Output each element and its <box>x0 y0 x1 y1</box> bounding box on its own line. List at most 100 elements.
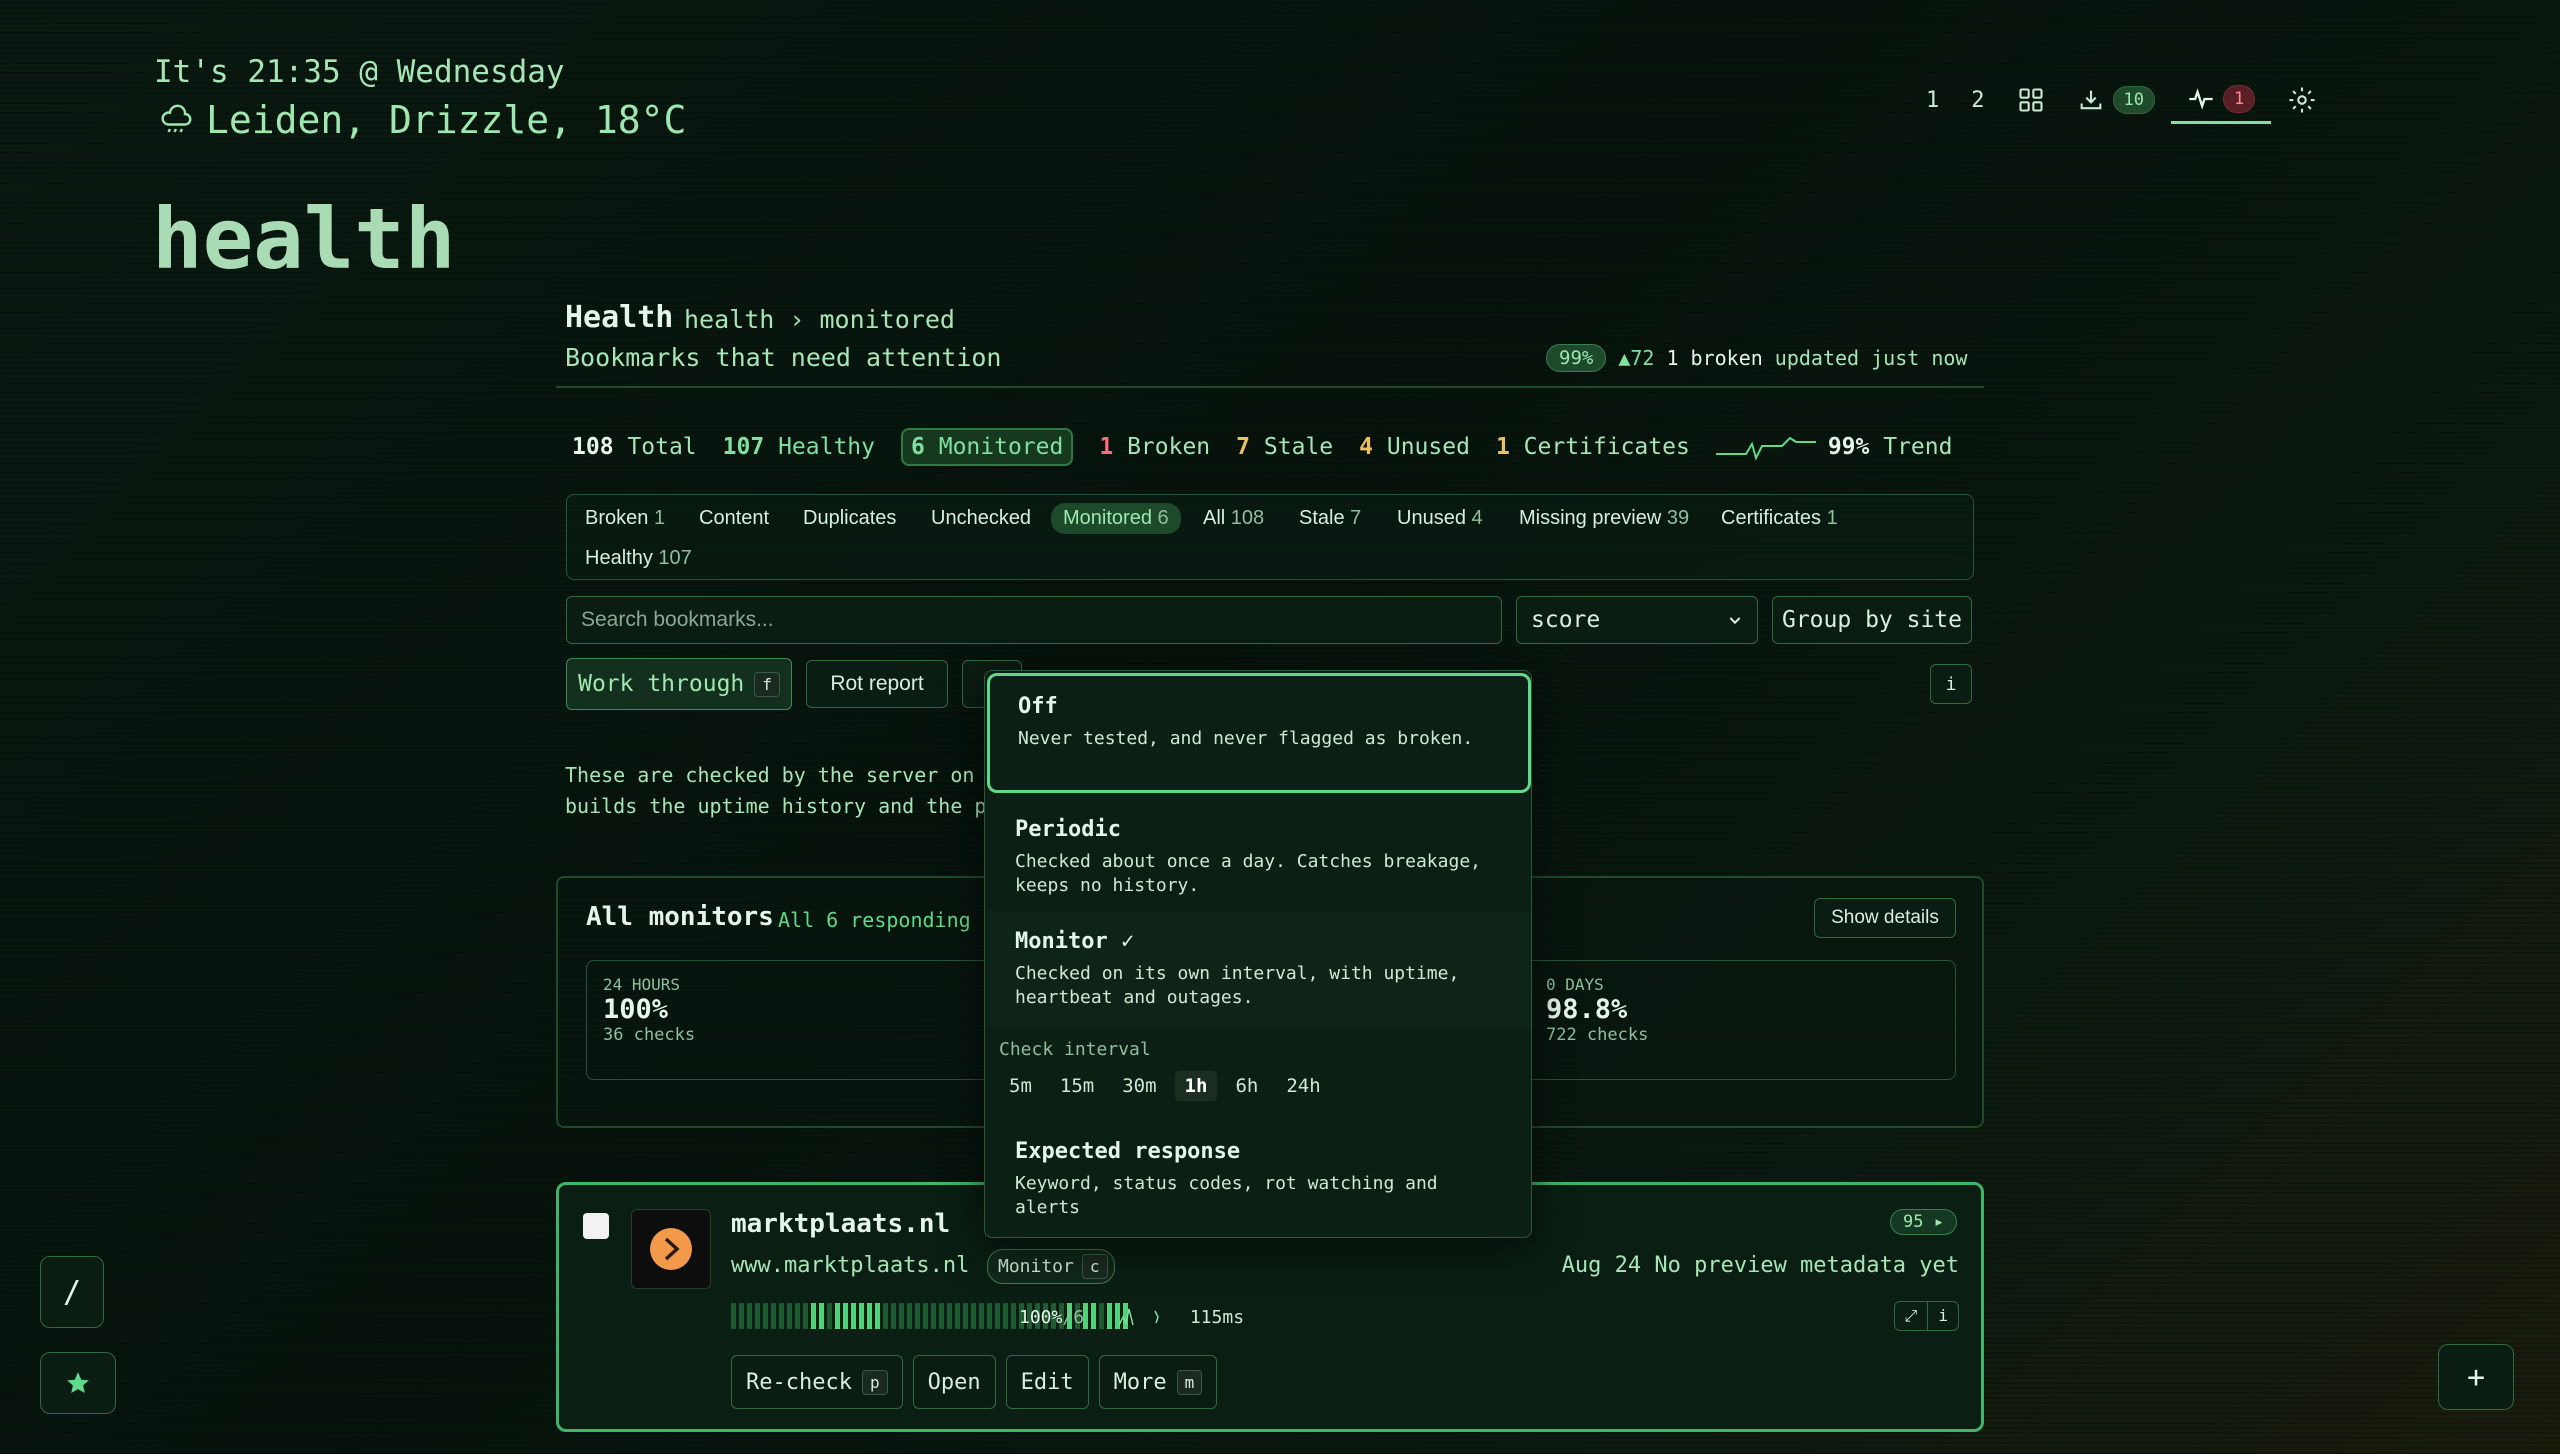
heartbeat-bar <box>851 1303 856 1329</box>
filter-duplicates[interactable]: Duplicates <box>803 507 896 530</box>
interval-24h[interactable]: 24h <box>1276 1071 1330 1101</box>
filter-unused[interactable]: Unused 4 <box>1397 507 1483 530</box>
filter-all[interactable]: All 108 <box>1203 507 1264 530</box>
heartbeat-bar <box>891 1303 896 1329</box>
interval-5m[interactable]: 5m <box>999 1071 1042 1101</box>
filter-content[interactable]: Content <box>699 507 769 530</box>
favorites-button[interactable] <box>40 1352 116 1414</box>
interval-30m[interactable]: 30m <box>1112 1071 1166 1101</box>
option-off[interactable]: Off Never tested, and never flagged as b… <box>987 673 1531 793</box>
heartbeat-bar <box>819 1303 824 1329</box>
group-by-site-button[interactable]: Group by site <box>1772 596 1972 644</box>
interval-label: Check interval <box>999 1039 1151 1060</box>
heartbeat-bar <box>979 1303 984 1329</box>
stat-healthy[interactable]: 107 Healthy <box>723 434 875 460</box>
option-monitor[interactable]: Monitor ✓ Checked on its own interval, w… <box>987 911 1531 1028</box>
filter-tabs: Broken 1 Content Duplicates Unchecked Mo… <box>566 494 1974 580</box>
top-nav: 1 2 10 1 <box>1910 76 2333 124</box>
monitor-mode-popover: Off Never tested, and never flagged as b… <box>984 670 1532 1238</box>
heartbeat-bar <box>899 1303 904 1329</box>
site-favicon <box>631 1209 711 1289</box>
edit-button[interactable]: Edit <box>1005 1355 1089 1409</box>
heartbeat-bar <box>963 1303 968 1329</box>
clock: It's 21:35 @ Wednesday <box>154 54 565 90</box>
bookmark-url[interactable]: www.marktplaats.nl <box>731 1253 969 1278</box>
card-actions: Re-check p Open Edit More m <box>731 1355 1218 1409</box>
rot-report-button[interactable]: Rot report <box>806 660 948 708</box>
stat-certificates[interactable]: 1 Certificates <box>1496 434 1690 460</box>
expand-icon[interactable]: ⤢ <box>1895 1302 1928 1330</box>
nav-settings[interactable] <box>2271 76 2333 124</box>
stat-total[interactable]: 108 Total <box>572 434 697 460</box>
recheck-button[interactable]: Re-check p <box>731 1355 903 1409</box>
bookmark-meta: Aug 24 No preview metadata yet <box>1561 1253 1959 1278</box>
score-badge[interactable]: 95 ▸ <box>1890 1209 1957 1235</box>
breadcrumb: health › monitored <box>684 305 955 334</box>
stat-unused[interactable]: 4 Unused <box>1359 434 1470 460</box>
uptime-value: 100%/6 <box>1019 1307 1085 1328</box>
heartbeat-bar <box>947 1303 952 1329</box>
more-button[interactable]: More m <box>1098 1355 1218 1409</box>
health-percent-pill: 99% <box>1546 344 1607 372</box>
heartbeat-bar <box>747 1303 752 1329</box>
weather-text: Leiden, Drizzle, 18°C <box>206 98 687 142</box>
heartbeat-bar <box>1091 1303 1096 1329</box>
stat-stale[interactable]: 7 Stale <box>1236 434 1333 460</box>
select-checkbox[interactable] <box>583 1213 609 1239</box>
add-button[interactable]: + <box>2438 1344 2514 1410</box>
interval-6h[interactable]: 6h <box>1225 1071 1268 1101</box>
heartbeat-bar <box>803 1303 808 1329</box>
filter-healthy[interactable]: Healthy 107 <box>585 547 692 570</box>
panel-subtitle: Bookmarks that need attention <box>565 343 1002 372</box>
search-input[interactable]: Search bookmarks... <box>566 596 1502 644</box>
filter-missing-preview[interactable]: Missing preview 39 <box>1519 507 1689 530</box>
work-through-button[interactable]: Work through f <box>566 658 792 710</box>
heartbeat-bar <box>875 1303 880 1329</box>
monitor-chip[interactable]: Monitor c <box>987 1249 1115 1284</box>
weather: Leiden, Drizzle, 18°C <box>158 98 686 142</box>
filter-unchecked[interactable]: Unchecked <box>931 507 1031 530</box>
latency: 115ms <box>1118 1307 1244 1329</box>
download-icon <box>2080 90 2101 110</box>
interval-1h[interactable]: 1h <box>1174 1071 1218 1101</box>
star-icon <box>67 1372 89 1393</box>
nav-workspace-2[interactable]: 2 <box>1955 76 2000 124</box>
nav-health[interactable]: 1 <box>2170 76 2272 124</box>
heartbeat-bar <box>1099 1303 1104 1329</box>
panel-status: 99% ▲72 1 broken updated just now <box>1546 344 1967 372</box>
heartbeat-bar <box>867 1303 872 1329</box>
stat-broken[interactable]: 1 Broken <box>1099 434 1210 460</box>
filter-monitored[interactable]: Monitored 6 <box>1051 503 1181 534</box>
filter-stale[interactable]: Stale 7 <box>1299 507 1361 530</box>
filter-broken[interactable]: Broken 1 <box>585 507 665 530</box>
latency-spark-icon <box>1118 1308 1159 1326</box>
downloads-badge: 10 <box>2112 86 2155 114</box>
heartbeat-bar <box>795 1303 800 1329</box>
sort-select[interactable]: score <box>1516 596 1758 644</box>
bookmark-title[interactable]: marktplaats.nl <box>731 1209 950 1239</box>
divider <box>556 386 1984 388</box>
filter-certificates[interactable]: Certificates 1 <box>1721 507 1838 530</box>
heartbeat-bar <box>915 1303 920 1329</box>
nav-workspace-1[interactable]: 1 <box>1910 76 1955 124</box>
pulse-icon <box>2189 87 2213 110</box>
heartbeat-bar <box>771 1303 776 1329</box>
info-button[interactable]: i <box>1930 664 1972 704</box>
option-expected-response[interactable]: Expected response Keyword, status codes,… <box>987 1121 1531 1238</box>
heartbeat-bar <box>931 1303 936 1329</box>
stat-card-30d: 0 DAYS 98.8% 722 checks <box>1526 960 1956 1080</box>
heartbeat-bar <box>995 1303 1000 1329</box>
heartbeat-bar <box>755 1303 760 1329</box>
panel-title: Health <box>565 300 674 335</box>
card-info-button[interactable]: i <box>1927 1302 1958 1330</box>
heartbeat-bar <box>843 1303 848 1329</box>
nav-downloads[interactable]: 10 <box>2061 76 2171 124</box>
interval-15m[interactable]: 15m <box>1050 1071 1104 1101</box>
open-button[interactable]: Open <box>912 1355 996 1409</box>
command-palette-button[interactable]: / <box>40 1256 104 1328</box>
option-periodic[interactable]: Periodic Checked about once a day. Catch… <box>987 799 1531 916</box>
heartbeat-bar <box>739 1303 744 1329</box>
nav-grid[interactable] <box>2001 76 2061 124</box>
show-details-button[interactable]: Show details <box>1814 898 1956 938</box>
stat-monitored[interactable]: 6 Monitored <box>901 428 1074 466</box>
